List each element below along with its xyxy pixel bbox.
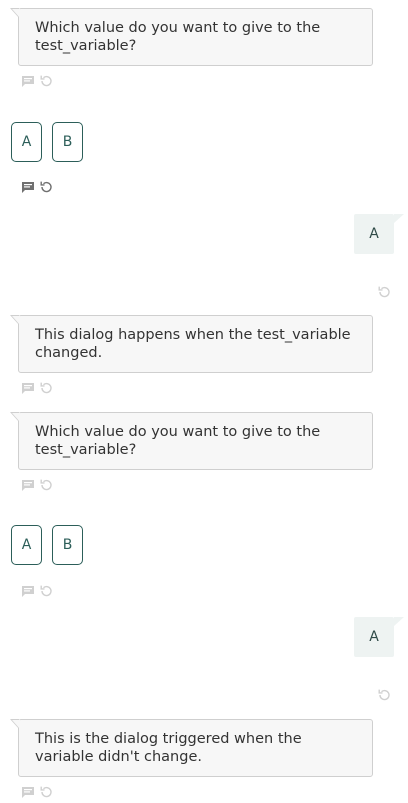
user-message: A <box>354 214 404 254</box>
comment-icon[interactable] <box>20 477 36 493</box>
comment-icon[interactable] <box>20 179 36 195</box>
replay-icon[interactable] <box>376 687 392 703</box>
choice-button-a[interactable]: A <box>11 525 42 565</box>
message-actions <box>376 284 392 300</box>
message-actions <box>20 179 54 195</box>
choice-button-b[interactable]: B <box>52 122 83 162</box>
message-actions <box>20 73 54 89</box>
bot-message: This dialog happens when the test_variab… <box>10 315 373 373</box>
choice-button-b[interactable]: B <box>52 525 83 565</box>
user-message: A <box>354 617 404 657</box>
comment-icon[interactable] <box>20 583 36 599</box>
replay-icon[interactable] <box>376 284 392 300</box>
message-actions <box>376 687 392 703</box>
bot-message-text: Which value do you want to give to the t… <box>35 424 321 458</box>
comment-icon[interactable] <box>20 784 36 800</box>
message-actions <box>20 784 54 800</box>
comment-icon[interactable] <box>20 380 36 396</box>
replay-icon[interactable] <box>38 380 54 396</box>
message-actions <box>20 380 54 396</box>
replay-icon[interactable] <box>38 73 54 89</box>
bot-message-text: This dialog happens when the test_variab… <box>35 327 351 361</box>
bot-message-text: Which value do you want to give to the t… <box>35 20 321 54</box>
message-actions <box>20 477 54 493</box>
choice-button-a[interactable]: A <box>11 122 42 162</box>
replay-icon[interactable] <box>38 477 54 493</box>
bot-message: Which value do you want to give to the t… <box>10 412 373 470</box>
bot-message: This is the dialog triggered when the va… <box>10 719 373 777</box>
replay-icon[interactable] <box>38 583 54 599</box>
bot-message: Which value do you want to give to the t… <box>10 8 373 66</box>
message-actions <box>20 583 54 599</box>
comment-icon[interactable] <box>20 73 36 89</box>
replay-icon[interactable] <box>38 784 54 800</box>
replay-icon[interactable] <box>38 179 54 195</box>
bot-message-text: This is the dialog triggered when the va… <box>35 731 302 765</box>
